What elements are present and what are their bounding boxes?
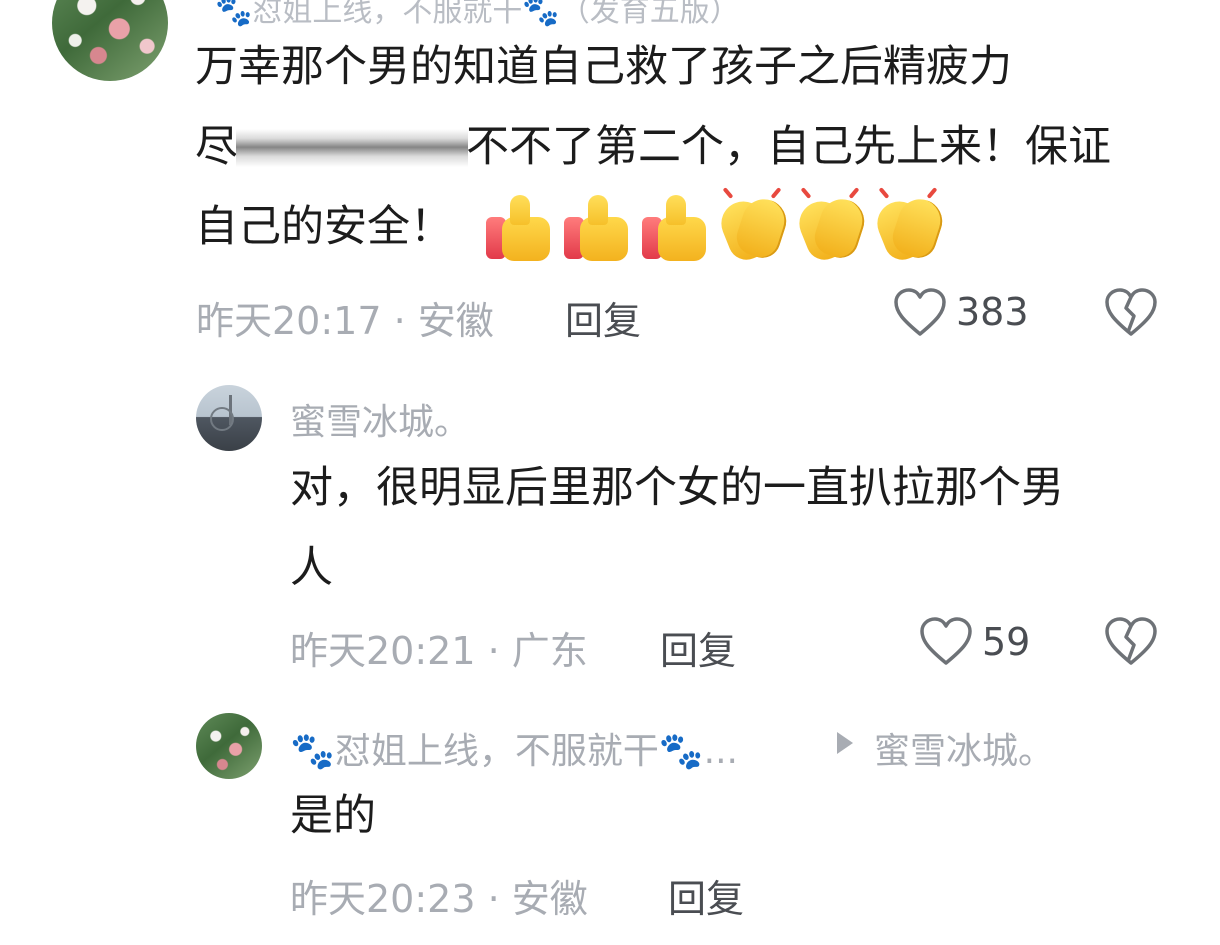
reply-button[interactable]: 回复 [668,868,744,923]
clapping-hands-icon [792,187,870,266]
reply-location: 安徽 [511,877,588,921]
blur-redaction [236,129,468,167]
reply-button[interactable]: 回复 [660,620,736,675]
comment-location: 安徽 [417,299,494,343]
thumbs-up-icon [486,195,554,261]
broken-heart-icon[interactable] [1104,617,1158,667]
thumbs-up-icon [564,195,632,261]
reply-meta: 昨天20:23 · 安徽 [290,868,588,923]
comment-time: 昨天20:17 [196,299,382,343]
heart-icon[interactable] [919,617,973,667]
avatar[interactable] [196,385,262,451]
clapping-hands-icon [870,187,948,266]
like-count: 383 [956,290,1029,334]
reply-time: 昨天20:21 [290,629,476,673]
meta-separator: · [487,877,500,921]
reply-author[interactable]: 蜜雪冰城。 [290,393,470,445]
comment-text-line: 自己的安全！ [195,202,453,252]
reply-meta: 昨天20:21 · 广东 [290,620,588,675]
avatar[interactable] [196,713,262,779]
like-count: 59 [982,620,1031,664]
thumbs-up-icon [642,195,710,261]
comment-text-fragment: 不不了第二个，自己先上来！保证 [466,122,1111,172]
reply-text-line: 是的 [290,791,376,841]
reply-time: 昨天20:23 [290,877,476,921]
comment-text-line: 尽 不不了第二个，自己先上来！保证 [195,108,1111,186]
reply-text-line: 对，很明显后里那个女的一直扒拉那个男 [290,463,1064,513]
comment-meta: 昨天20:17 · 安徽 [196,290,494,345]
broken-heart-icon[interactable] [1104,288,1158,338]
heart-icon[interactable] [893,288,947,338]
reply-location: 广东 [511,629,588,673]
comment-text-fragment: 尽 [195,122,238,172]
meta-separator: · [487,629,500,673]
avatar[interactable] [52,0,168,81]
reply-to-author[interactable]: 蜜雪冰城。 [874,722,1054,774]
comment-author[interactable]: 🐾怼姐上线，不服就干🐾（发育五版） [215,0,740,30]
meta-separator: · [393,299,406,343]
reply-text-line: 人 [290,543,333,593]
clapping-hands-icon [714,187,792,266]
reply-button[interactable]: 回复 [565,290,641,345]
reply-author[interactable]: 🐾怼姐上线，不服就干🐾... [290,722,738,774]
comment-text-line: 万幸那个男的知道自己救了孩子之后精疲力 [195,42,1012,92]
reply-to-arrow-icon [837,732,853,754]
